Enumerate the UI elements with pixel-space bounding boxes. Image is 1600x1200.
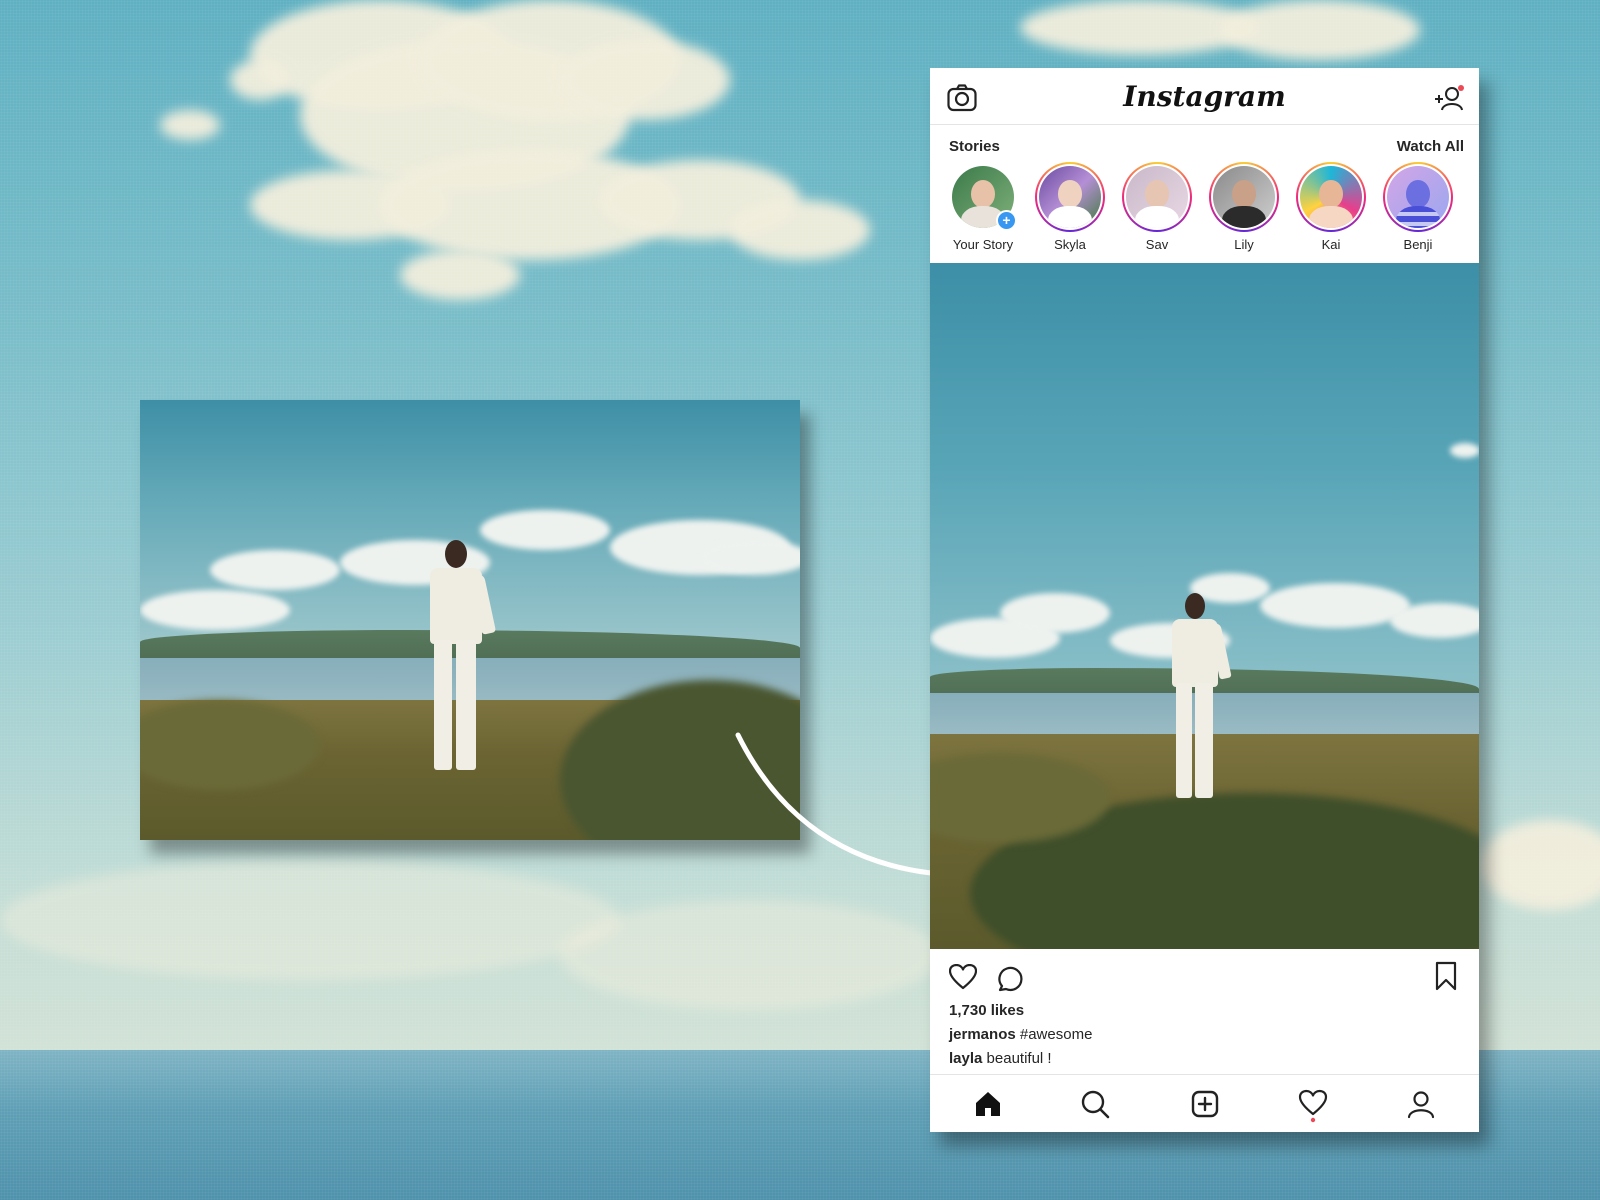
add-story-icon[interactable]: +	[996, 210, 1017, 231]
avatar: +	[948, 162, 1018, 232]
comment-text: beautiful !	[982, 1050, 1052, 1067]
post-caption: jermanos #awesome	[949, 1026, 1092, 1043]
story-label: Lily	[1234, 237, 1254, 252]
activity-icon[interactable]	[1298, 1089, 1328, 1123]
original-photo	[140, 400, 800, 840]
post-photo[interactable]	[930, 263, 1479, 949]
story-label: Benji	[1403, 237, 1433, 252]
instagram-feed-card: Instagram Stories Watch All + Your Story…	[930, 68, 1479, 1132]
profile-icon[interactable]	[1406, 1089, 1436, 1119]
story-your-story[interactable]: + Your Story	[938, 162, 1028, 252]
new-post-icon[interactable]	[1190, 1089, 1220, 1119]
caption-text: #awesome	[1015, 1026, 1093, 1043]
story-sav[interactable]: Sav	[1112, 162, 1202, 252]
comment-username[interactable]: layla	[949, 1050, 982, 1067]
avatar	[1296, 162, 1366, 232]
watch-all-button[interactable]: Watch All	[1397, 138, 1464, 155]
story-label: Sav	[1145, 237, 1169, 252]
avatar	[1122, 162, 1192, 232]
likes-count: 1,730 likes	[949, 1002, 1025, 1019]
app-logo: Instagram	[1123, 80, 1286, 113]
story-label: Your Story	[952, 237, 1014, 252]
app-header: Instagram	[930, 68, 1479, 125]
add-user-icon[interactable]	[1433, 84, 1465, 112]
story-label: Kai	[1321, 237, 1341, 252]
bookmark-icon[interactable]	[1435, 961, 1457, 991]
story-skyla[interactable]: Skyla	[1025, 162, 1115, 252]
avatar	[1035, 162, 1105, 232]
home-icon[interactable]	[973, 1089, 1003, 1119]
search-icon[interactable]	[1080, 1089, 1110, 1119]
story-kai[interactable]: Kai	[1286, 162, 1376, 252]
avatar	[1383, 162, 1453, 232]
caption-username[interactable]: jermanos	[949, 1026, 1016, 1043]
bottom-nav	[930, 1074, 1479, 1133]
story-label: Skyla	[1054, 237, 1086, 252]
comment-icon[interactable]	[997, 964, 1025, 992]
heart-icon[interactable]	[948, 963, 978, 990]
post-comment: layla beautiful !	[949, 1050, 1052, 1067]
stories-row: + Your Story Skyla Sav Lily Kai Benji	[930, 162, 1479, 260]
stories-title: Stories	[949, 138, 1000, 155]
story-benji[interactable]: Benji	[1373, 162, 1463, 252]
avatar	[1209, 162, 1279, 232]
story-lily[interactable]: Lily	[1199, 162, 1289, 252]
post-actions	[930, 949, 1479, 1005]
